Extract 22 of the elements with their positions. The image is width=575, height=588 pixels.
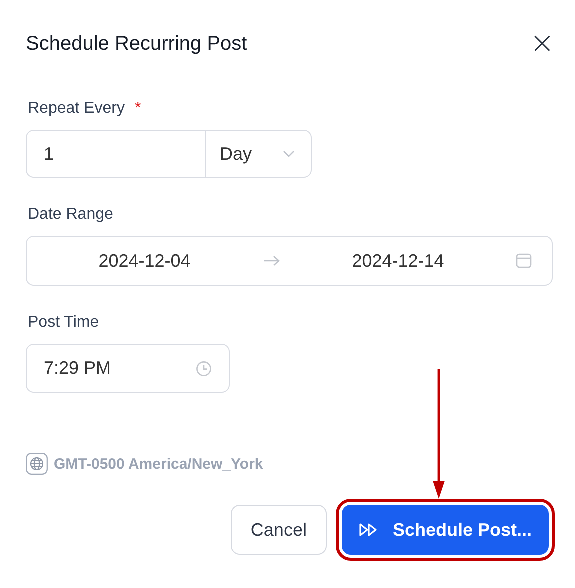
timezone-label: GMT-0500 America/New_York	[54, 456, 264, 472]
cancel-button[interactable]: Cancel	[230, 505, 327, 555]
unit-dropdown[interactable]: Day	[206, 131, 311, 177]
clock-icon	[196, 360, 212, 376]
time-field[interactable]: 7:29 PM	[26, 344, 230, 393]
dialog-title: Schedule Recurring Post	[26, 32, 248, 56]
close-button[interactable]: ×	[526, 30, 559, 58]
end-date[interactable]: 2024-12-14	[280, 250, 516, 272]
date-range-field[interactable]: 2024-12-04 2024-12-14	[26, 236, 553, 286]
field-label: Repeat Every	[28, 100, 125, 118]
field-label: Post Time	[28, 314, 100, 332]
field-label: Date Range	[28, 206, 114, 224]
required-mark: *	[134, 100, 142, 118]
start-date[interactable]: 2024-12-04	[27, 250, 262, 272]
chevron-down-icon	[283, 150, 295, 158]
fast-forward-icon	[358, 523, 379, 537]
schedule-button[interactable]: Schedule Post...	[342, 505, 549, 555]
globe-icon	[26, 453, 48, 475]
number-field[interactable]: 1	[27, 131, 206, 177]
calendar-icon	[516, 253, 532, 269]
arrow-right-icon	[262, 255, 280, 267]
time-value: 7:29 PM	[44, 358, 112, 379]
